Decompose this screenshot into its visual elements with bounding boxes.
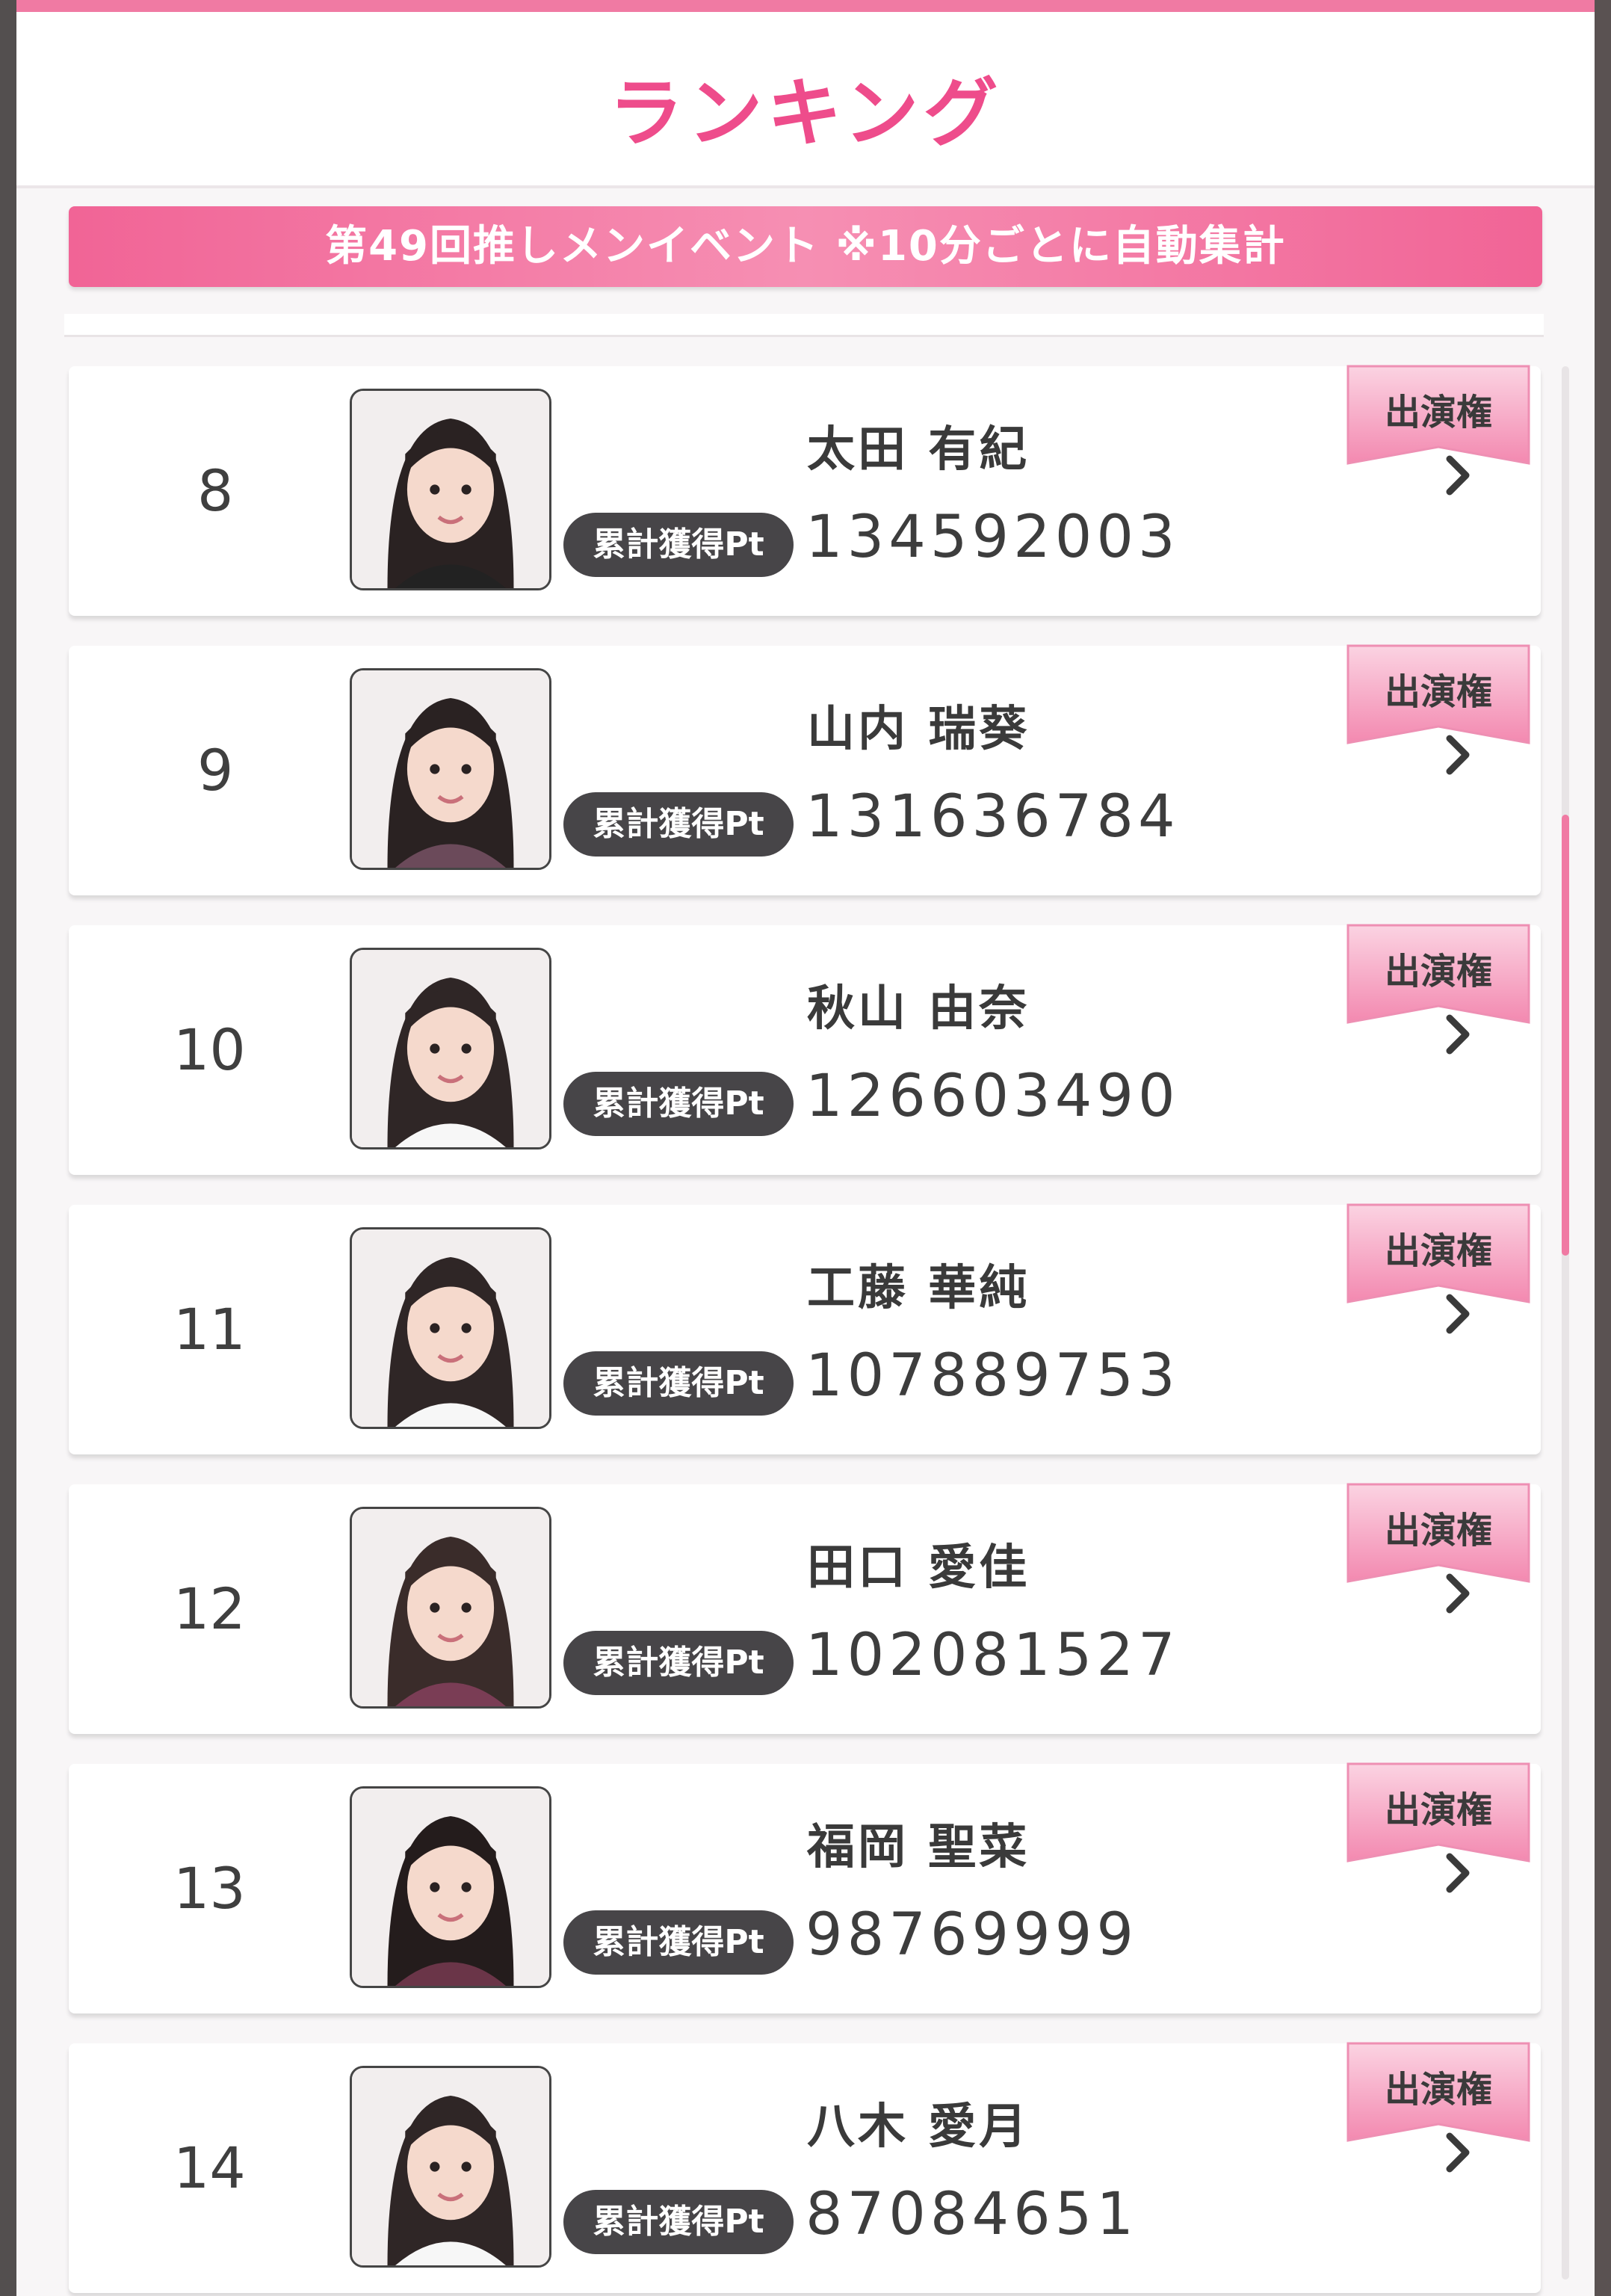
points-value: 98769999 bbox=[806, 1901, 1139, 1969]
ribbon-badge-icon[interactable]: 出演権 bbox=[1343, 638, 1533, 750]
points-value: 134592003 bbox=[806, 504, 1180, 571]
top-accent-bar bbox=[16, 0, 1595, 12]
pt-label-badge: 累計獲得Pt bbox=[563, 513, 794, 577]
pt-label-badge: 累計獲得Pt bbox=[563, 1072, 794, 1136]
member-photo bbox=[350, 1227, 551, 1429]
member-photo bbox=[350, 1786, 551, 1988]
chevron-right-icon[interactable] bbox=[1444, 454, 1474, 496]
ranking-row[interactable]: 13 福岡 聖菜 累計獲得Pt 98769999 出演権 bbox=[69, 1762, 1541, 2013]
pt-label-badge: 累計獲得Pt bbox=[563, 1631, 794, 1695]
ribbon-label: 出演権 bbox=[1384, 392, 1492, 433]
member-name: 工藤 華純 bbox=[807, 1261, 1030, 1316]
event-banner: 第49回推しメンイベント ※10分ごとに自動集計 bbox=[69, 206, 1542, 287]
member-name: 秋山 由奈 bbox=[807, 981, 1030, 1037]
ribbon-badge-icon[interactable]: 出演権 bbox=[1343, 1197, 1533, 1309]
chevron-right-icon[interactable] bbox=[1444, 1852, 1474, 1894]
ribbon-label: 出演権 bbox=[1384, 671, 1492, 713]
member-name: 太田 有紀 bbox=[807, 422, 1030, 478]
ranking-row[interactable]: 12 田口 愛佳 累計獲得Pt 102081527 出演権 bbox=[69, 1483, 1541, 1734]
ribbon-badge-icon[interactable]: 出演権 bbox=[1343, 918, 1533, 1030]
ribbon-label: 出演権 bbox=[1384, 1789, 1492, 1831]
member-name: 田口 愛佳 bbox=[807, 1540, 1030, 1596]
chevron-right-icon[interactable] bbox=[1444, 1573, 1474, 1614]
event-banner-text: 第49回推しメンイベント ※10分ごとに自動集計 bbox=[325, 222, 1286, 271]
member-photo bbox=[350, 948, 551, 1149]
ranking-panel: ランキング 第49回推しメンイベント ※10分ごとに自動集計 8 太田 有紀 累… bbox=[16, 0, 1595, 2296]
list-top-edge bbox=[64, 314, 1544, 337]
left-edge bbox=[0, 0, 16, 2296]
right-edge bbox=[1595, 0, 1611, 2296]
rank-number: 13 bbox=[173, 1855, 246, 1922]
pt-label-badge: 累計獲得Pt bbox=[563, 1351, 794, 1416]
chevron-right-icon[interactable] bbox=[1444, 2132, 1474, 2173]
ranking-row[interactable]: 10 秋山 由奈 累計獲得Pt 126603490 出演権 bbox=[69, 924, 1541, 1175]
member-name: 福岡 聖菜 bbox=[807, 1820, 1030, 1875]
ranking-list[interactable]: 8 太田 有紀 累計獲得Pt 134592003 出演権 9 山内 瑞葵 累計獲… bbox=[16, 365, 1595, 2296]
scrollbar-thumb[interactable] bbox=[1562, 815, 1569, 1256]
points-value: 126603490 bbox=[806, 1063, 1180, 1130]
member-photo bbox=[350, 668, 551, 870]
ribbon-badge-icon[interactable]: 出演権 bbox=[1343, 1477, 1533, 1589]
ribbon-badge-icon[interactable]: 出演権 bbox=[1343, 1756, 1533, 1868]
member-photo bbox=[350, 2066, 551, 2268]
rank-number: 10 bbox=[173, 1016, 246, 1083]
member-photo bbox=[350, 389, 551, 590]
rank-number: 11 bbox=[173, 1296, 246, 1363]
chevron-right-icon[interactable] bbox=[1444, 1013, 1474, 1055]
points-value: 87084651 bbox=[806, 2181, 1139, 2248]
pt-label-badge: 累計獲得Pt bbox=[563, 1910, 794, 1975]
chevron-right-icon[interactable] bbox=[1444, 1293, 1474, 1335]
rank-number: 14 bbox=[173, 2135, 246, 2201]
ribbon-label: 出演権 bbox=[1384, 1510, 1492, 1552]
ranking-row[interactable]: 14 八木 愛月 累計獲得Pt 87084651 出演権 bbox=[69, 2042, 1541, 2293]
ribbon-label: 出演権 bbox=[1384, 1230, 1492, 1272]
ribbon-label: 出演権 bbox=[1384, 2069, 1492, 2111]
rank-number: 12 bbox=[173, 1576, 246, 1642]
points-value: 131636784 bbox=[806, 783, 1180, 851]
ranking-row[interactable]: 8 太田 有紀 累計獲得Pt 134592003 出演権 bbox=[69, 365, 1541, 616]
page-title: ランキング bbox=[608, 70, 1003, 157]
member-name: 山内 瑞葵 bbox=[807, 702, 1030, 757]
points-value: 107889753 bbox=[806, 1342, 1180, 1410]
ribbon-label: 出演権 bbox=[1384, 951, 1492, 993]
scrollbar-track[interactable] bbox=[1562, 366, 1569, 2280]
header: ランキング bbox=[16, 12, 1595, 188]
member-name: 八木 愛月 bbox=[807, 2099, 1030, 2155]
pt-label-badge: 累計獲得Pt bbox=[563, 792, 794, 857]
ribbon-badge-icon[interactable]: 出演権 bbox=[1343, 359, 1533, 471]
points-value: 102081527 bbox=[806, 1622, 1180, 1689]
ranking-row[interactable]: 11 工藤 華純 累計獲得Pt 107889753 出演権 bbox=[69, 1203, 1541, 1454]
ranking-row[interactable]: 9 山内 瑞葵 累計獲得Pt 131636784 出演権 bbox=[69, 644, 1541, 895]
pt-label-badge: 累計獲得Pt bbox=[563, 2190, 794, 2254]
chevron-right-icon[interactable] bbox=[1444, 734, 1474, 776]
member-photo bbox=[350, 1507, 551, 1709]
ribbon-badge-icon[interactable]: 出演権 bbox=[1343, 2036, 1533, 2148]
